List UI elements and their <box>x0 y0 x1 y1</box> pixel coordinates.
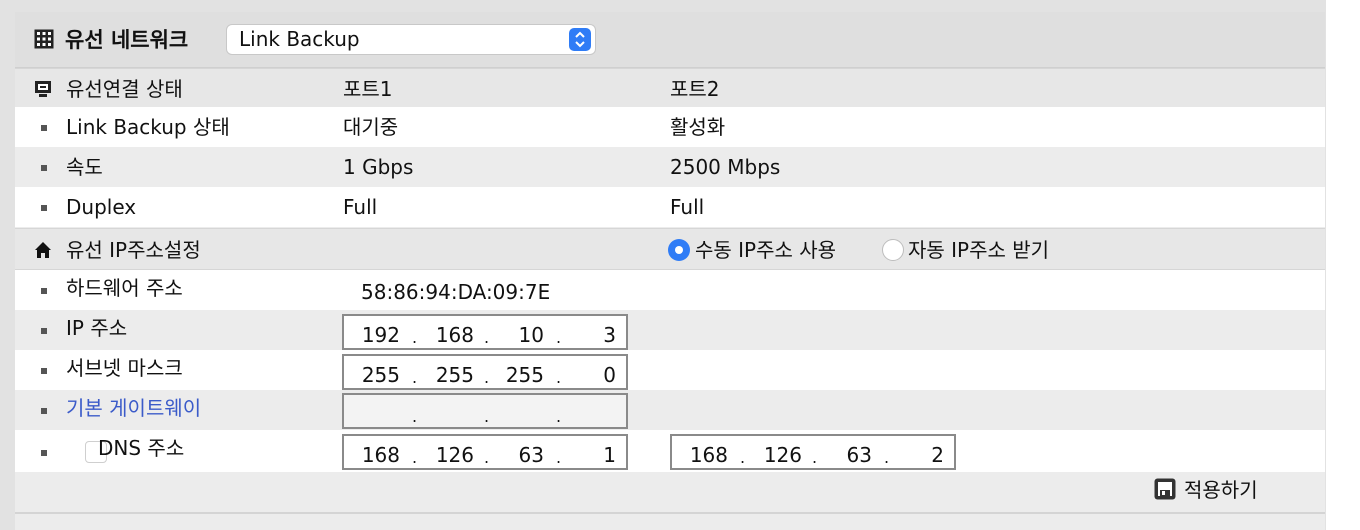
gateway-octet-2[interactable] <box>422 395 474 427</box>
ip-address-field[interactable]: 192 . 168 . 10 . 3 <box>342 314 628 350</box>
table-row: 서브넷 마스크 <box>15 350 1325 390</box>
port1-header: 포트1 <box>343 77 393 101</box>
table-row: IP 주소 <box>15 310 1325 350</box>
subnet-octet-4[interactable]: 0 <box>566 356 616 388</box>
dns2-octet-2[interactable]: 126 <box>750 436 802 468</box>
subnet-octet-1[interactable]: 255 <box>344 356 400 388</box>
ip-section-title: 유선 IP주소설정 <box>66 238 201 262</box>
port2-value: Full <box>670 195 705 219</box>
octet-separator: . <box>556 407 562 426</box>
bullet-icon <box>41 450 47 456</box>
bullet-icon <box>41 165 47 171</box>
octet-separator: . <box>484 328 490 347</box>
ip-address-label: IP 주소 <box>66 316 128 340</box>
bullet-icon <box>41 205 47 211</box>
gateway-link[interactable]: 기본 게이트웨이 <box>66 388 201 428</box>
octet-separator: . <box>484 407 490 426</box>
bullet-icon <box>41 368 47 374</box>
subnet-label: 서브넷 마스크 <box>66 356 183 380</box>
auto-ip-label[interactable]: 자동 IP주소 받기 <box>908 229 1049 271</box>
table-row: Link Backup 상태 대기중 활성화 <box>15 107 1325 147</box>
subnet-field[interactable]: 255 . 255 . 255 . 0 <box>342 354 628 390</box>
hw-address-value: 58:86:94:DA:09:7E <box>361 280 551 304</box>
panel-header: 유선 네트워크 Link Backup <box>15 12 1325 68</box>
octet-separator: . <box>412 368 418 387</box>
table-row: Duplex Full Full <box>15 187 1325 227</box>
ip-section-header: 유선 IP주소설정 수동 IP주소 사용 자동 IP주소 받기 <box>15 228 1325 270</box>
subnet-octet-2[interactable]: 255 <box>422 356 474 388</box>
ip-octet-4[interactable]: 3 <box>566 316 616 348</box>
mode-select-value: Link Backup <box>239 27 360 51</box>
dns2-octet-4[interactable]: 2 <box>894 436 944 468</box>
monitor-icon <box>35 81 51 97</box>
dns-label: DNS 주소 <box>98 436 185 460</box>
bullet-icon <box>41 125 47 131</box>
port2-value: 2500 Mbps <box>670 155 781 179</box>
page-title: 유선 네트워크 <box>65 28 189 52</box>
table-row: 하드웨어 주소 58:86:94:DA:09:7E <box>15 270 1325 310</box>
row-label: 속도 <box>66 155 103 179</box>
footer-divider <box>15 512 1325 514</box>
apply-button-label[interactable]: 적용하기 <box>1184 476 1258 504</box>
table-row: 기본 게이트웨이 <box>15 390 1325 430</box>
dns1-octet-2[interactable]: 126 <box>422 436 474 468</box>
dns1-field[interactable]: 168 . 126 . 63 . 1 <box>342 434 628 470</box>
bullet-icon <box>41 288 47 294</box>
ip-octet-1[interactable]: 192 <box>344 316 400 348</box>
manual-ip-radio[interactable] <box>668 239 690 261</box>
gateway-field[interactable]: . . . <box>342 393 628 429</box>
octet-separator: . <box>556 328 562 347</box>
home-icon <box>35 242 51 258</box>
octet-separator: . <box>412 407 418 426</box>
ip-octet-2[interactable]: 168 <box>422 316 474 348</box>
row-label: Duplex <box>66 195 137 219</box>
dns1-octet-1[interactable]: 168 <box>344 436 400 468</box>
table-row: 속도 1 Gbps 2500 Mbps <box>15 147 1325 187</box>
dns1-octet-4[interactable]: 1 <box>566 436 616 468</box>
port1-value: 대기중 <box>343 115 399 139</box>
gateway-octet-3[interactable] <box>494 395 544 427</box>
hw-address-label: 하드웨어 주소 <box>66 276 183 300</box>
auto-ip-radio[interactable] <box>882 239 904 261</box>
port1-value: Full <box>343 195 378 219</box>
row-label: Link Backup 상태 <box>66 115 230 139</box>
subnet-octet-3[interactable]: 255 <box>494 356 544 388</box>
top-strip <box>0 0 1360 12</box>
status-section-title: 유선연결 상태 <box>66 77 183 101</box>
octet-separator: . <box>884 448 890 467</box>
octet-separator: . <box>412 328 418 347</box>
gateway-octet-4[interactable] <box>566 395 616 427</box>
select-arrows-icon <box>569 28 591 51</box>
bullet-icon <box>41 408 47 414</box>
ip-octet-3[interactable]: 10 <box>494 316 544 348</box>
octet-separator: . <box>484 448 490 467</box>
network-grid-icon <box>34 29 54 49</box>
save-icon <box>1154 478 1176 500</box>
octet-separator: . <box>484 368 490 387</box>
dns1-octet-3[interactable]: 63 <box>494 436 544 468</box>
dns2-octet-1[interactable]: 168 <box>672 436 728 468</box>
right-gutter <box>1326 0 1360 530</box>
octet-separator: . <box>556 448 562 467</box>
bullet-icon <box>41 328 47 334</box>
manual-ip-label[interactable]: 수동 IP주소 사용 <box>695 229 836 271</box>
dns2-octet-3[interactable]: 63 <box>822 436 872 468</box>
octet-separator: . <box>740 448 746 467</box>
port1-value: 1 Gbps <box>343 155 414 179</box>
port2-header: 포트2 <box>670 77 720 101</box>
octet-separator: . <box>556 368 562 387</box>
gateway-octet-1[interactable] <box>344 395 400 427</box>
status-section-header: 유선연결 상태 포트1 포트2 <box>15 68 1325 108</box>
port2-value: 활성화 <box>670 115 726 139</box>
mode-select[interactable]: Link Backup <box>226 24 596 55</box>
octet-separator: . <box>412 448 418 467</box>
dns2-field[interactable]: 168 . 126 . 63 . 2 <box>670 434 956 470</box>
octet-separator: . <box>812 448 818 467</box>
